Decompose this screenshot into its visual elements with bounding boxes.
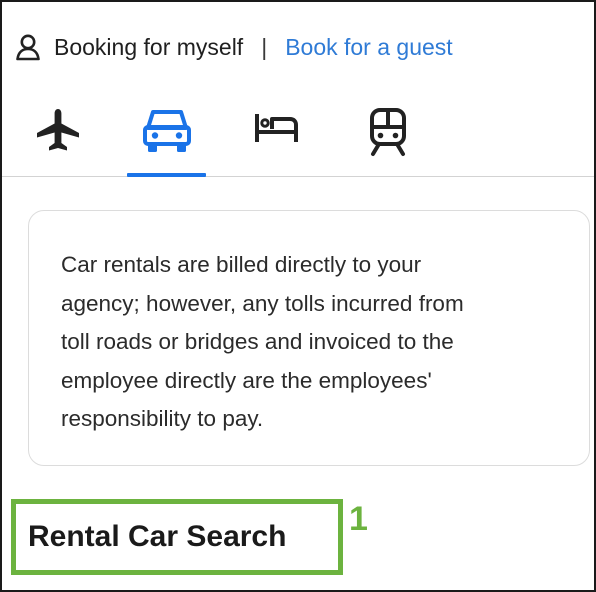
booking-for-myself-option[interactable]: Booking for myself <box>54 34 243 61</box>
book-for-guest-link[interactable]: Book for a guest <box>285 34 453 61</box>
car-rental-billing-notice: Car rentals are billed directly to your … <box>28 210 590 466</box>
app-frame: Booking for myself | Book for a guest Ca… <box>0 0 596 592</box>
bed-icon <box>255 114 298 142</box>
page-title: Rental Car Search <box>28 520 287 553</box>
user-icon <box>14 33 42 61</box>
booking-mode-bar: Booking for myself | Book for a guest <box>14 30 453 64</box>
notice-text: Car rentals are billed directly to your … <box>61 252 464 431</box>
airplane-icon <box>37 109 79 151</box>
tab-flights[interactable] <box>22 90 94 176</box>
callout-number: 1 <box>349 500 368 538</box>
tab-trains[interactable] <box>352 90 424 176</box>
booking-separator: | <box>261 33 268 60</box>
tab-cars[interactable] <box>127 90 206 177</box>
tab-hotels[interactable] <box>242 90 310 176</box>
travel-type-tabs <box>2 90 594 177</box>
train-icon <box>370 108 406 156</box>
car-icon <box>142 110 191 152</box>
